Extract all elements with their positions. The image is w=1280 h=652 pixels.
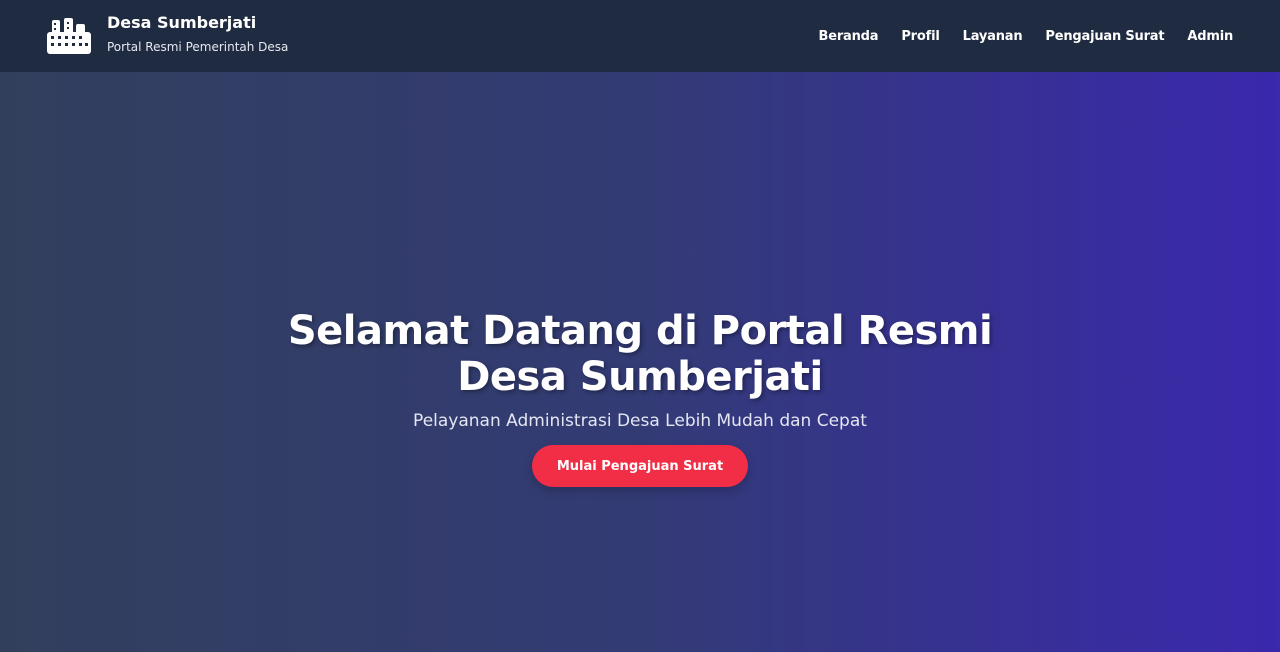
nav-link-pengajuan-surat[interactable]: Pengajuan Surat	[1045, 29, 1164, 44]
nav-link-profil[interactable]: Profil	[901, 29, 939, 44]
navbar: Desa Sumberjati Portal Resmi Pemerintah …	[0, 0, 1280, 72]
brand-home-link[interactable]: Desa Sumberjati Portal Resmi Pemerintah …	[47, 13, 289, 55]
hero-section: Selamat Datang di Portal Resmi Desa Sumb…	[0, 72, 1280, 652]
nav-link-beranda[interactable]: Beranda	[819, 29, 879, 44]
site-subtitle: Portal Resmi Pemerintah Desa	[107, 40, 289, 54]
hero-title-line2: Desa Sumberjati	[457, 354, 823, 400]
nav-link-admin[interactable]: Admin	[1187, 29, 1233, 44]
start-submission-button[interactable]: Mulai Pengajuan Surat	[532, 445, 748, 487]
hero-title-line1: Selamat Datang di Portal Resmi	[287, 308, 993, 354]
hero-subtitle: Pelayanan Administrasi Desa Lebih Mudah …	[413, 411, 867, 431]
hero-title: Selamat Datang di Portal Resmi Desa Sumb…	[0, 308, 1280, 400]
nav-link-layanan[interactable]: Layanan	[963, 29, 1023, 44]
main-nav: Beranda Profil Layanan Pengajuan Surat A…	[819, 29, 1234, 44]
site-title: Desa Sumberjati	[107, 13, 257, 32]
building-icon	[47, 18, 91, 54]
hero-content: Selamat Datang di Portal Resmi Desa Sumb…	[0, 308, 1280, 487]
brand-text: Desa Sumberjati Portal Resmi Pemerintah …	[107, 13, 289, 55]
